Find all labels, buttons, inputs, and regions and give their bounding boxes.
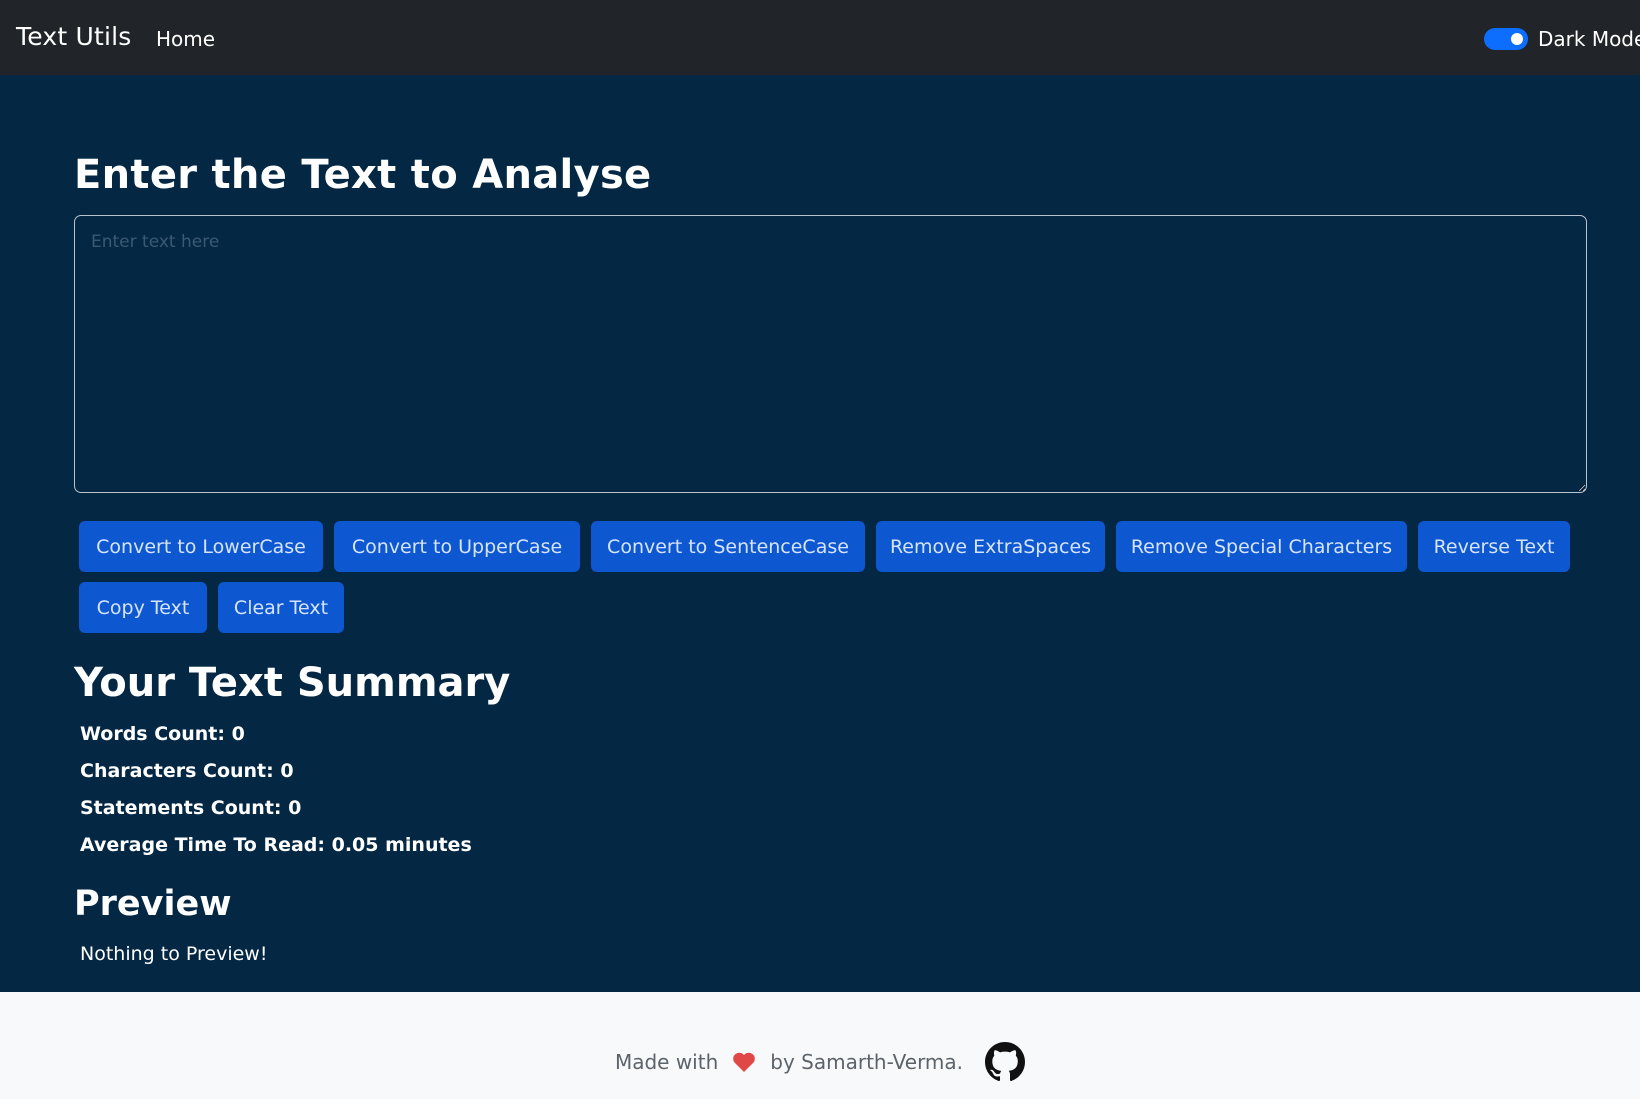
remove-special-characters-button[interactable]: Remove Special Characters bbox=[1116, 521, 1407, 572]
page-heading: Enter the Text to Analyse bbox=[74, 152, 652, 198]
preview-text: Nothing to Preview! bbox=[80, 943, 268, 965]
github-icon[interactable] bbox=[985, 1042, 1026, 1082]
convert-uppercase-button[interactable]: Convert to UpperCase bbox=[334, 521, 580, 572]
copy-text-button[interactable]: Copy Text bbox=[79, 582, 207, 633]
clear-text-button[interactable]: Clear Text bbox=[218, 582, 344, 633]
text-input[interactable] bbox=[74, 215, 1587, 493]
preview-title: Preview bbox=[74, 884, 232, 924]
dark-mode-switch[interactable] bbox=[1484, 28, 1528, 50]
read-time: Average Time To Read: 0.05 minutes bbox=[80, 834, 472, 856]
footer-credit: Made with by Samarth-Verma. bbox=[0, 1042, 1640, 1082]
navbar: Text Utils Home Dark Mode bbox=[0, 0, 1640, 75]
convert-lowercase-button[interactable]: Convert to LowerCase bbox=[79, 521, 323, 572]
footer-author: by Samarth-Verma. bbox=[770, 1050, 964, 1074]
nav-home-link[interactable]: Home bbox=[156, 27, 215, 51]
words-count: Words Count: 0 bbox=[80, 723, 245, 745]
heart-icon bbox=[733, 1052, 756, 1072]
footer-made-with: Made with bbox=[614, 1050, 719, 1074]
dark-mode-label[interactable]: Dark Mode bbox=[1538, 27, 1640, 51]
brand-title[interactable]: Text Utils bbox=[16, 22, 132, 51]
convert-sentencecase-button[interactable]: Convert to SentenceCase bbox=[591, 521, 865, 572]
switch-knob bbox=[1511, 33, 1523, 45]
remove-extraspaces-button[interactable]: Remove ExtraSpaces bbox=[876, 521, 1105, 572]
reverse-text-button[interactable]: Reverse Text bbox=[1418, 521, 1570, 572]
statements-count: Statements Count: 0 bbox=[80, 797, 302, 819]
dark-mode-toggle[interactable]: Dark Mode bbox=[1484, 27, 1640, 51]
characters-count: Characters Count: 0 bbox=[80, 760, 294, 782]
summary-title: Your Text Summary bbox=[74, 660, 511, 706]
